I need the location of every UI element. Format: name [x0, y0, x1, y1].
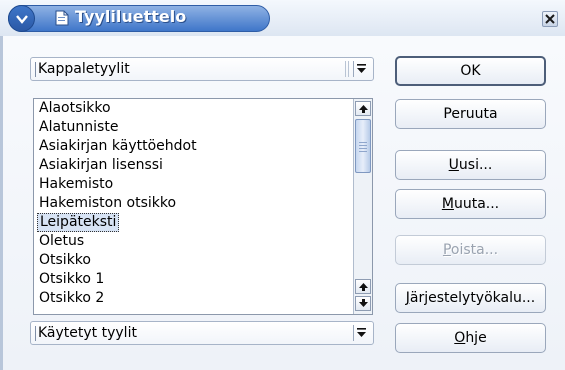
modify-button[interactable]: Muuta... — [395, 189, 546, 219]
title-bar: Tyyliluettelo — [0, 0, 565, 36]
grip-line — [359, 151, 367, 152]
modify-label: Muuta... — [442, 196, 499, 212]
arrow-up-icon — [358, 283, 368, 291]
combo-edge — [35, 62, 36, 77]
window-menu-button[interactable] — [8, 5, 35, 32]
grip-line — [359, 142, 367, 143]
organizer-button[interactable]: Järjestelytyökalu... — [395, 283, 546, 313]
list-item[interactable]: Otsikko — [37, 251, 93, 270]
list-item[interactable]: Oletus — [37, 232, 86, 251]
list-item[interactable]: Alaotsikko — [37, 99, 113, 118]
label-rest: usi... — [458, 157, 493, 173]
cancel-label: Peruuta — [443, 106, 498, 122]
list-item[interactable]: Asiakirjan käyttöehdot — [37, 137, 199, 156]
ok-button[interactable]: OK — [395, 56, 546, 86]
style-list[interactable]: Alaotsikko Alatunniste Asiakirjan käyttö… — [33, 98, 373, 315]
help-label: Ohje — [454, 330, 486, 346]
mnemonic: O — [454, 330, 466, 346]
delete-label: Poista... — [443, 242, 498, 258]
label-rest: ärjestelytyökalu... — [409, 290, 536, 306]
label-rest: oista... — [450, 242, 499, 258]
dropdown-arrow-icon[interactable] — [353, 61, 369, 77]
new-label: Uusi... — [449, 157, 493, 173]
mnemonic: M — [441, 196, 454, 212]
close-icon — [545, 14, 555, 24]
list-item[interactable]: Hakemiston otsikko — [37, 194, 178, 213]
label-rest: uuta... — [453, 196, 500, 212]
window-title: Tyyliluettelo — [75, 7, 187, 26]
scrollbar-thumb[interactable] — [355, 119, 371, 173]
style-filter-select[interactable]: Käytetyt tyylit — [30, 321, 374, 345]
dropdown-arrow-icon[interactable] — [353, 325, 369, 341]
close-button[interactable] — [542, 11, 558, 27]
style-category-select[interactable]: Kappaletyylit — [30, 57, 374, 81]
help-button[interactable]: Ohje — [395, 323, 546, 353]
combo-separator — [345, 61, 349, 77]
list-item[interactable]: Hakemisto — [37, 175, 115, 194]
scroll-up-button[interactable] — [355, 101, 371, 116]
scroll-down-button[interactable] — [355, 296, 371, 311]
scroll-up-button-lower[interactable] — [355, 279, 371, 294]
list-item-selected[interactable]: Leipäteksti — [37, 213, 120, 232]
list-item[interactable]: Otsikko 2 — [37, 289, 106, 308]
chevron-down-icon — [15, 14, 28, 24]
list-item[interactable]: Otsikko 1 — [37, 270, 106, 289]
new-button[interactable]: Uusi... — [395, 150, 546, 180]
grip-line — [359, 145, 367, 146]
delete-button[interactable]: Poista... — [395, 235, 546, 265]
mnemonic: U — [448, 157, 459, 173]
arrow-down-icon — [358, 299, 368, 307]
list-item[interactable]: Alatunniste — [37, 118, 120, 137]
label-rest: hje — [465, 330, 487, 346]
organizer-label: Järjestelytyökalu... — [406, 290, 535, 306]
list-item[interactable]: Asiakirjan lisenssi — [37, 156, 165, 175]
grip-line — [359, 148, 367, 149]
vertical-scrollbar[interactable] — [353, 99, 372, 314]
style-filter-value: Käytetyt tyylit — [38, 325, 137, 341]
mnemonic: P — [442, 242, 451, 258]
cancel-button[interactable]: Peruuta — [395, 99, 546, 129]
style-category-value: Kappaletyylit — [38, 61, 130, 77]
arrow-up-icon — [358, 105, 368, 113]
combo-edge — [35, 326, 36, 341]
dialog-body: Kappaletyylit Alaotsikko Alatunniste Asi… — [0, 36, 565, 370]
document-icon — [55, 10, 69, 26]
ok-label: OK — [460, 63, 481, 79]
